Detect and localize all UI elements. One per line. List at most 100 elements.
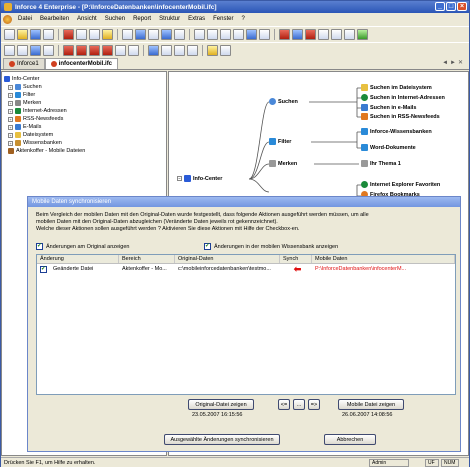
map-node-suchen-rss[interactable]: Suchen in RSS-Newsfeeds bbox=[361, 113, 440, 120]
view-map-icon[interactable] bbox=[220, 28, 231, 40]
tree-item[interactable]: + Filter bbox=[4, 91, 164, 99]
map-root-node[interactable]: − Info-Center bbox=[177, 175, 222, 182]
tree-item[interactable]: + Merken bbox=[4, 99, 164, 107]
node-move-icon[interactable] bbox=[292, 28, 303, 40]
columns-icon[interactable] bbox=[187, 44, 198, 56]
expand-toggle[interactable]: + bbox=[8, 140, 13, 146]
settings-icon[interactable] bbox=[43, 44, 54, 56]
map-node-suchen[interactable]: Suchen bbox=[269, 98, 298, 105]
column-header-aenderung[interactable]: Änderung bbox=[37, 255, 119, 263]
tree-item[interactable]: + E-Mails bbox=[4, 123, 164, 131]
print-icon[interactable] bbox=[43, 28, 54, 40]
chart-icon[interactable] bbox=[30, 44, 41, 56]
menu-report[interactable]: Report bbox=[129, 16, 155, 22]
format-icon[interactable] bbox=[4, 44, 15, 56]
find-icon[interactable] bbox=[122, 28, 133, 40]
new-icon[interactable] bbox=[4, 28, 15, 40]
check-icon[interactable] bbox=[357, 28, 368, 40]
copy-to-mobile-button[interactable]: => bbox=[308, 399, 320, 410]
column-header-mobile[interactable]: Mobile Daten bbox=[312, 255, 455, 263]
align-icon[interactable] bbox=[174, 44, 185, 56]
minimize-button[interactable]: _ bbox=[435, 2, 445, 11]
close-button[interactable]: × bbox=[457, 2, 467, 11]
grid-icon[interactable] bbox=[115, 44, 126, 56]
checkbox-checked[interactable]: ✓ bbox=[36, 243, 43, 250]
text-format-icon[interactable] bbox=[148, 44, 159, 56]
help-icon[interactable] bbox=[135, 28, 146, 40]
show-original-changes-checkbox[interactable]: ✓ Änderungen am Original anzeigen bbox=[36, 243, 129, 250]
expand-toggle[interactable]: + bbox=[8, 84, 13, 90]
cancel-button[interactable]: Abbrechen bbox=[324, 434, 376, 445]
expand-toggle[interactable]: + bbox=[8, 100, 13, 106]
map-node-suchen-dateisystem[interactable]: Suchen im Dateisystem bbox=[361, 84, 432, 91]
tree-item[interactable]: + RSS-Newsfeeds bbox=[4, 115, 164, 123]
sync-selected-button[interactable]: Ausgewählte Änderungen synchronisieren bbox=[164, 434, 280, 445]
rss-add-icon[interactable] bbox=[63, 44, 74, 56]
copy-icon[interactable] bbox=[76, 28, 87, 40]
rss-refresh-icon[interactable] bbox=[76, 44, 87, 56]
column-header-bereich[interactable]: Bereich bbox=[119, 255, 175, 263]
view-tree-icon[interactable] bbox=[207, 28, 218, 40]
column-header-original[interactable]: Original-Daten bbox=[175, 255, 280, 263]
replace-icon[interactable] bbox=[174, 28, 185, 40]
sort-icon[interactable] bbox=[148, 28, 159, 40]
tree-item[interactable]: Info-Center bbox=[4, 75, 164, 83]
tree-item[interactable]: + Dateisystem bbox=[4, 131, 164, 139]
app-menu-icon[interactable] bbox=[3, 14, 12, 24]
map-node-word[interactable]: Word-Dokumente bbox=[361, 144, 416, 151]
tab-navigation[interactable]: ◄►✕ bbox=[442, 59, 465, 66]
open-icon[interactable] bbox=[17, 28, 28, 40]
save-icon[interactable] bbox=[30, 28, 41, 40]
tab-inforce1[interactable]: Inforce1 bbox=[3, 58, 45, 69]
tree-item[interactable]: + Internet-Adressen bbox=[4, 107, 164, 115]
help-question-icon[interactable] bbox=[207, 44, 218, 56]
column-header-synch[interactable]: Synch bbox=[280, 255, 312, 263]
paste-icon[interactable] bbox=[89, 28, 100, 40]
table-icon[interactable] bbox=[128, 44, 139, 56]
expand-toggle[interactable]: + bbox=[8, 108, 13, 114]
rss-delete-icon[interactable] bbox=[102, 44, 113, 56]
menu-fenster[interactable]: Fenster bbox=[209, 16, 237, 22]
email-icon[interactable] bbox=[344, 28, 355, 40]
node-insert-icon[interactable] bbox=[279, 28, 290, 40]
menu-suchen[interactable]: Suchen bbox=[101, 16, 129, 22]
binoculars-icon[interactable] bbox=[161, 28, 172, 40]
map-node-thema[interactable]: Ihr Thema 1 bbox=[361, 160, 401, 167]
map-node-ie-favoriten[interactable]: Internet Explorer Favoriten bbox=[361, 181, 440, 188]
table-row[interactable]: ✓ Geänderte Datei Aktenkoffer - Mo... c:… bbox=[37, 264, 455, 274]
show-mobile-changes-checkbox[interactable]: ✓ Änderungen in der mobilen Wissensbank … bbox=[204, 243, 338, 250]
map-node-wissensbanken[interactable]: Inforce-Wissensbanken bbox=[361, 128, 432, 135]
menu-extras[interactable]: Extras bbox=[184, 16, 209, 22]
menu-struktur[interactable]: Struktur bbox=[155, 16, 184, 22]
menu-ansicht[interactable]: Ansicht bbox=[73, 16, 101, 22]
node-collapse-icon[interactable] bbox=[331, 28, 342, 40]
view-split-icon[interactable] bbox=[246, 28, 257, 40]
undo-icon[interactable] bbox=[102, 28, 113, 40]
expand-toggle[interactable]: + bbox=[8, 124, 13, 130]
node-link-icon[interactable] bbox=[305, 28, 316, 40]
copy-to-original-button[interactable]: <= bbox=[278, 399, 290, 410]
rss-mark-icon[interactable] bbox=[89, 44, 100, 56]
show-original-file-button[interactable]: Original-Datei zeigen bbox=[188, 399, 254, 410]
row-checkbox[interactable]: ✓ bbox=[40, 265, 47, 273]
checkbox-checked[interactable]: ✓ bbox=[204, 243, 211, 250]
compare-button[interactable]: ... bbox=[293, 399, 305, 410]
collapse-toggle[interactable]: − bbox=[177, 176, 182, 181]
view-list-icon[interactable] bbox=[194, 28, 205, 40]
view-detail-icon[interactable] bbox=[233, 28, 244, 40]
menu-help[interactable]: ? bbox=[237, 16, 248, 22]
expand-toggle[interactable]: + bbox=[8, 116, 13, 122]
map-node-filter[interactable]: Filter bbox=[269, 138, 291, 145]
map-node-merken[interactable]: Merken bbox=[269, 160, 297, 167]
expand-toggle[interactable]: + bbox=[8, 132, 13, 138]
map-node-suchen-internet[interactable]: Suchen in Internet-Adressen bbox=[361, 94, 445, 101]
image-icon[interactable] bbox=[17, 44, 28, 56]
menu-bearbeiten[interactable]: Bearbeiten bbox=[36, 16, 73, 22]
tree-item[interactable]: + Wissensbanken bbox=[4, 139, 164, 147]
show-mobile-file-button[interactable]: Mobile Datei zeigen bbox=[338, 399, 404, 410]
context-help-icon[interactable] bbox=[220, 44, 231, 56]
map-node-suchen-mails[interactable]: Suchen in e-Mails bbox=[361, 104, 416, 111]
tree-item[interactable]: Aktenkoffer - Mobile Dateien bbox=[4, 147, 164, 155]
tab-infocentermobil[interactable]: infocenterMobil.ifc bbox=[44, 58, 119, 69]
expand-toggle[interactable]: + bbox=[8, 92, 13, 98]
